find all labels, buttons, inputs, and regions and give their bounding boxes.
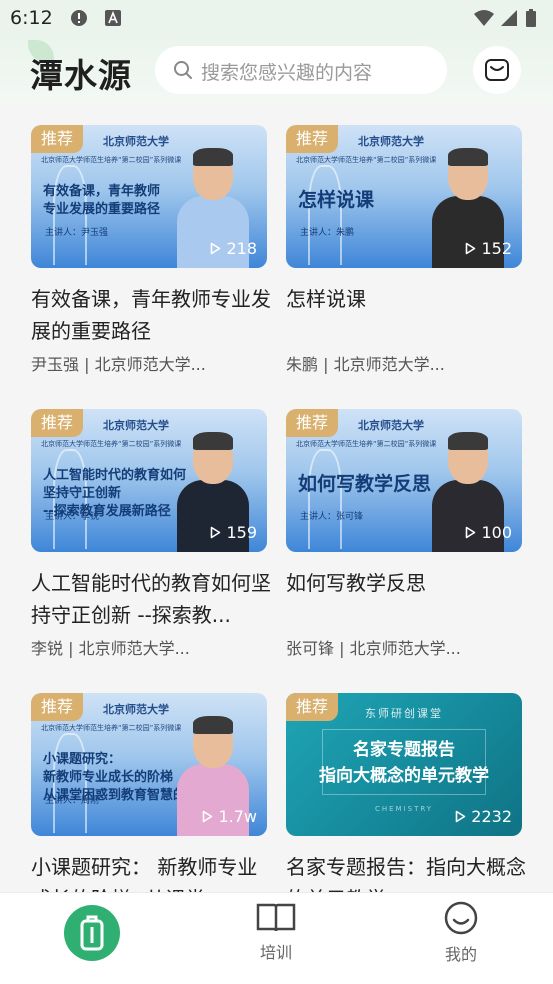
recommend-badge: 推荐 [31, 125, 83, 153]
view-count: 2232 [455, 807, 512, 826]
header: 潭水源 搜索您感兴趣的内容 [0, 36, 553, 104]
app-logo[interactable]: 潭水源 [30, 49, 132, 97]
status-time: 6:12 [10, 7, 53, 29]
thumb-speaker: 主讲人：周刚 [45, 796, 100, 806]
thumb-tower-graphic [308, 165, 342, 265]
thumb-series: 北京师范大学师范生培养“第二校园”系列微课 [41, 156, 182, 164]
thumb-title-line: 名家专题报告 [353, 740, 455, 760]
recommend-badge: 推荐 [31, 409, 83, 437]
view-count-value: 2232 [471, 807, 512, 826]
tab-training-label: 培训 [259, 943, 292, 962]
video-thumbnail[interactable]: 北京师范大学北京师范大学师范生培养“第二校园”系列微课怎样说课主讲人：朱鹏 推荐 1… [286, 125, 522, 268]
play-icon [466, 526, 476, 539]
bottom-tab-bar: 培训 我的 [0, 892, 553, 984]
recommend-badge: 推荐 [286, 125, 338, 153]
play-icon [211, 242, 221, 255]
wifi-icon [474, 10, 494, 26]
battery-icon [526, 9, 536, 27]
thumb-speaker: 主讲人：朱鹏 [300, 228, 355, 238]
video-meta: 朱鹏 | 北京师范大学... [286, 355, 445, 374]
recommend-badge: 推荐 [31, 693, 83, 721]
message-button[interactable] [473, 46, 521, 94]
status-bar: 6:12 [0, 0, 553, 36]
view-count-value: 1.7w [218, 807, 257, 826]
video-meta: 张可锋 | 北京师范大学... [286, 639, 461, 658]
thumb-speaker: 主讲人：尹玉强 [45, 228, 109, 238]
video-title[interactable]: 有效备课，青年教师专业发展的重要路径 [31, 283, 271, 347]
book-icon [256, 903, 296, 932]
play-icon [203, 810, 213, 823]
thumb-speaker: 主讲人：李锐 [45, 512, 100, 522]
recommend-badge: 推荐 [286, 409, 338, 437]
mail-icon [485, 59, 509, 81]
video-title[interactable]: 怎样说课 [286, 283, 526, 315]
view-count-value: 159 [226, 523, 257, 542]
thumb-speaker: 主讲人：张可锋 [300, 512, 364, 522]
thumb-title: 怎样说课 [298, 189, 375, 211]
view-count: 100 [465, 523, 512, 542]
search-icon [174, 61, 192, 79]
alert-icon [71, 10, 87, 26]
view-count: 1.7w [202, 807, 257, 826]
video-meta: 李锐 | 北京师范大学... [31, 639, 190, 658]
thumb-title: 有效备课，青年教师 专业发展的重要路径 [43, 183, 160, 219]
video-thumbnail[interactable]: 北京师范大学北京师范大学师范生培养“第二校园”系列微课如何写教学反思主讲人：张可… [286, 409, 522, 552]
view-count: 159 [210, 523, 257, 542]
view-count: 218 [210, 239, 257, 258]
video-thumbnail[interactable]: 北京师范大学北京师范大学师范生培养“第二校园”系列微课有效备课，青年教师 专业发展… [31, 125, 267, 268]
thumb-title: 如何写教学反思 [298, 473, 432, 495]
video-thumbnail[interactable]: 北京师范大学 北京师范大学师范生培养“第二校园”系列微课 小课题研究： 新教师专业成长… [31, 693, 267, 836]
view-count-value: 218 [226, 239, 257, 258]
thumb-university: 北京师范大学 [358, 135, 424, 148]
thumb-title-line: 坚持守正创新 [43, 486, 122, 501]
tab-home[interactable] [64, 905, 120, 961]
thumb-series: 北京师范大学师范生培养“第二校园”系列微课 [296, 156, 437, 164]
recommend-badge: 推荐 [286, 693, 338, 721]
thumb-university: 北京师范大学 [103, 703, 169, 716]
thumb-title-line: 如何写教学反思 [298, 473, 432, 495]
thumb-title-line: 有效备课，青年教师 [43, 184, 161, 199]
video-thumbnail[interactable]: 东师研创课堂 名家专题报告 指向大概念的单元教学 CHEMISTRY 推荐 2232 [286, 693, 522, 836]
home-logo-icon [80, 915, 104, 951]
play-icon [211, 526, 221, 539]
tab-mine-label: 我的 [444, 945, 477, 964]
video-thumbnail[interactable]: 北京师范大学北京师范大学师范生培养“第二校园”系列微课人工智能时代的教育如何 坚持… [31, 409, 267, 552]
view-count-value: 100 [481, 523, 512, 542]
thumb-title-line: 指向大概念的单元教学 [319, 766, 489, 786]
thumb-title-line: 人工智能时代的教育如何 [43, 468, 187, 483]
thumb-university: 北京师范大学 [358, 419, 424, 432]
play-icon [466, 242, 476, 255]
thumb-series: 北京师范大学师范生培养“第二校园”系列微课 [41, 724, 182, 732]
thumb-university: 北京师范大学 [103, 135, 169, 148]
view-count: 152 [465, 239, 512, 258]
a-icon [105, 10, 121, 26]
thumb-university: 北京师范大学 [103, 419, 169, 432]
thumb-title-line: 专业发展的重要路径 [43, 202, 161, 217]
tab-training[interactable]: 培训 [231, 901, 321, 963]
tab-mine[interactable]: 我的 [416, 901, 506, 965]
thumb-title-line: 怎样说课 [298, 189, 375, 211]
view-count-value: 152 [481, 239, 512, 258]
thumb-series: 北京师范大学师范生培养“第二校园”系列微课 [296, 440, 437, 448]
video-title[interactable]: 如何写教学反思 [286, 567, 526, 599]
profile-smile-icon [444, 901, 478, 935]
video-meta: 尹玉强 | 北京师范大学... [31, 355, 206, 374]
thumb-tower-graphic [308, 449, 342, 549]
play-icon [455, 810, 466, 823]
video-title[interactable]: 人工智能时代的教育如何坚持守正创新 --探索教... [31, 567, 271, 631]
search-placeholder: 搜索您感兴趣的内容 [201, 62, 373, 84]
search-bar[interactable]: 搜索您感兴趣的内容 [155, 46, 447, 94]
thumb-series: 北京师范大学师范生培养“第二校园”系列微课 [41, 440, 182, 448]
signal-icon [501, 10, 517, 26]
